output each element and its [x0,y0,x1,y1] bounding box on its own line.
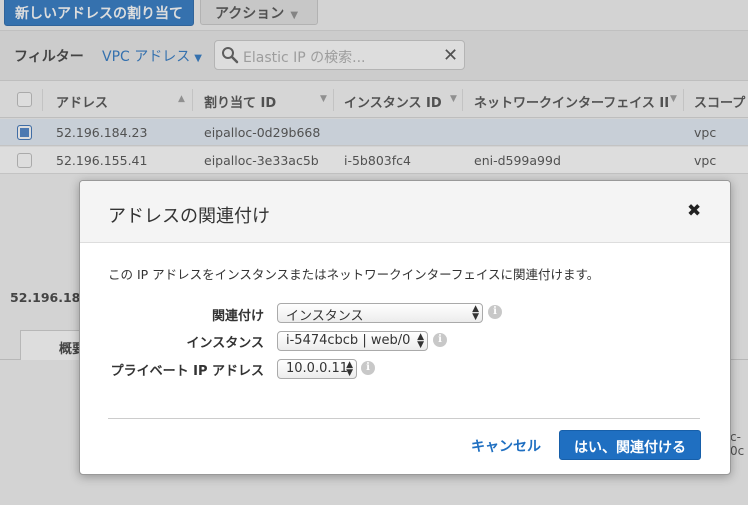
instance-value: i-5474cbcb | web/0 [286,333,411,348]
dialog-title: アドレスの関連付け [108,206,270,227]
cancel-button[interactable]: キャンセル [471,436,541,456]
associate-address-dialog: アドレスの関連付け ✖ この IP アドレスをインスタンスまたはネットワークイン… [79,180,731,475]
dialog-description: この IP アドレスをインスタンスまたはネットワークインターフェイスに関連付けま… [108,267,600,282]
instance-select[interactable]: i-5474cbcb | web/0 ▲ ▼ [277,331,428,351]
info-icon[interactable]: i [488,305,502,319]
association-type-select[interactable]: インスタンス ▲ ▼ [277,303,483,324]
dialog-header: アドレスの関連付け ✖ [80,181,730,243]
private-ip-label: プライベート IP アドレス [110,364,264,379]
association-type-value: インスタンス [286,309,364,324]
confirm-associate-button[interactable]: はい、関連付ける [559,430,701,460]
select-arrows-icon: ▲ ▼ [346,360,353,378]
close-icon[interactable]: ✖ [687,201,701,221]
private-ip-value: 10.0.0.11 [286,361,349,376]
private-ip-select[interactable]: 10.0.0.11 ▲ ▼ [277,359,357,379]
select-arrows-icon: ▲ ▼ [417,332,424,350]
instance-label: インスタンス [186,336,264,351]
dialog-footer-divider [108,418,700,419]
info-icon[interactable]: i [433,333,447,347]
info-icon[interactable]: i [361,361,375,375]
select-arrows-icon: ▲ ▼ [472,304,479,322]
association-type-label: 関連付け [211,309,264,324]
